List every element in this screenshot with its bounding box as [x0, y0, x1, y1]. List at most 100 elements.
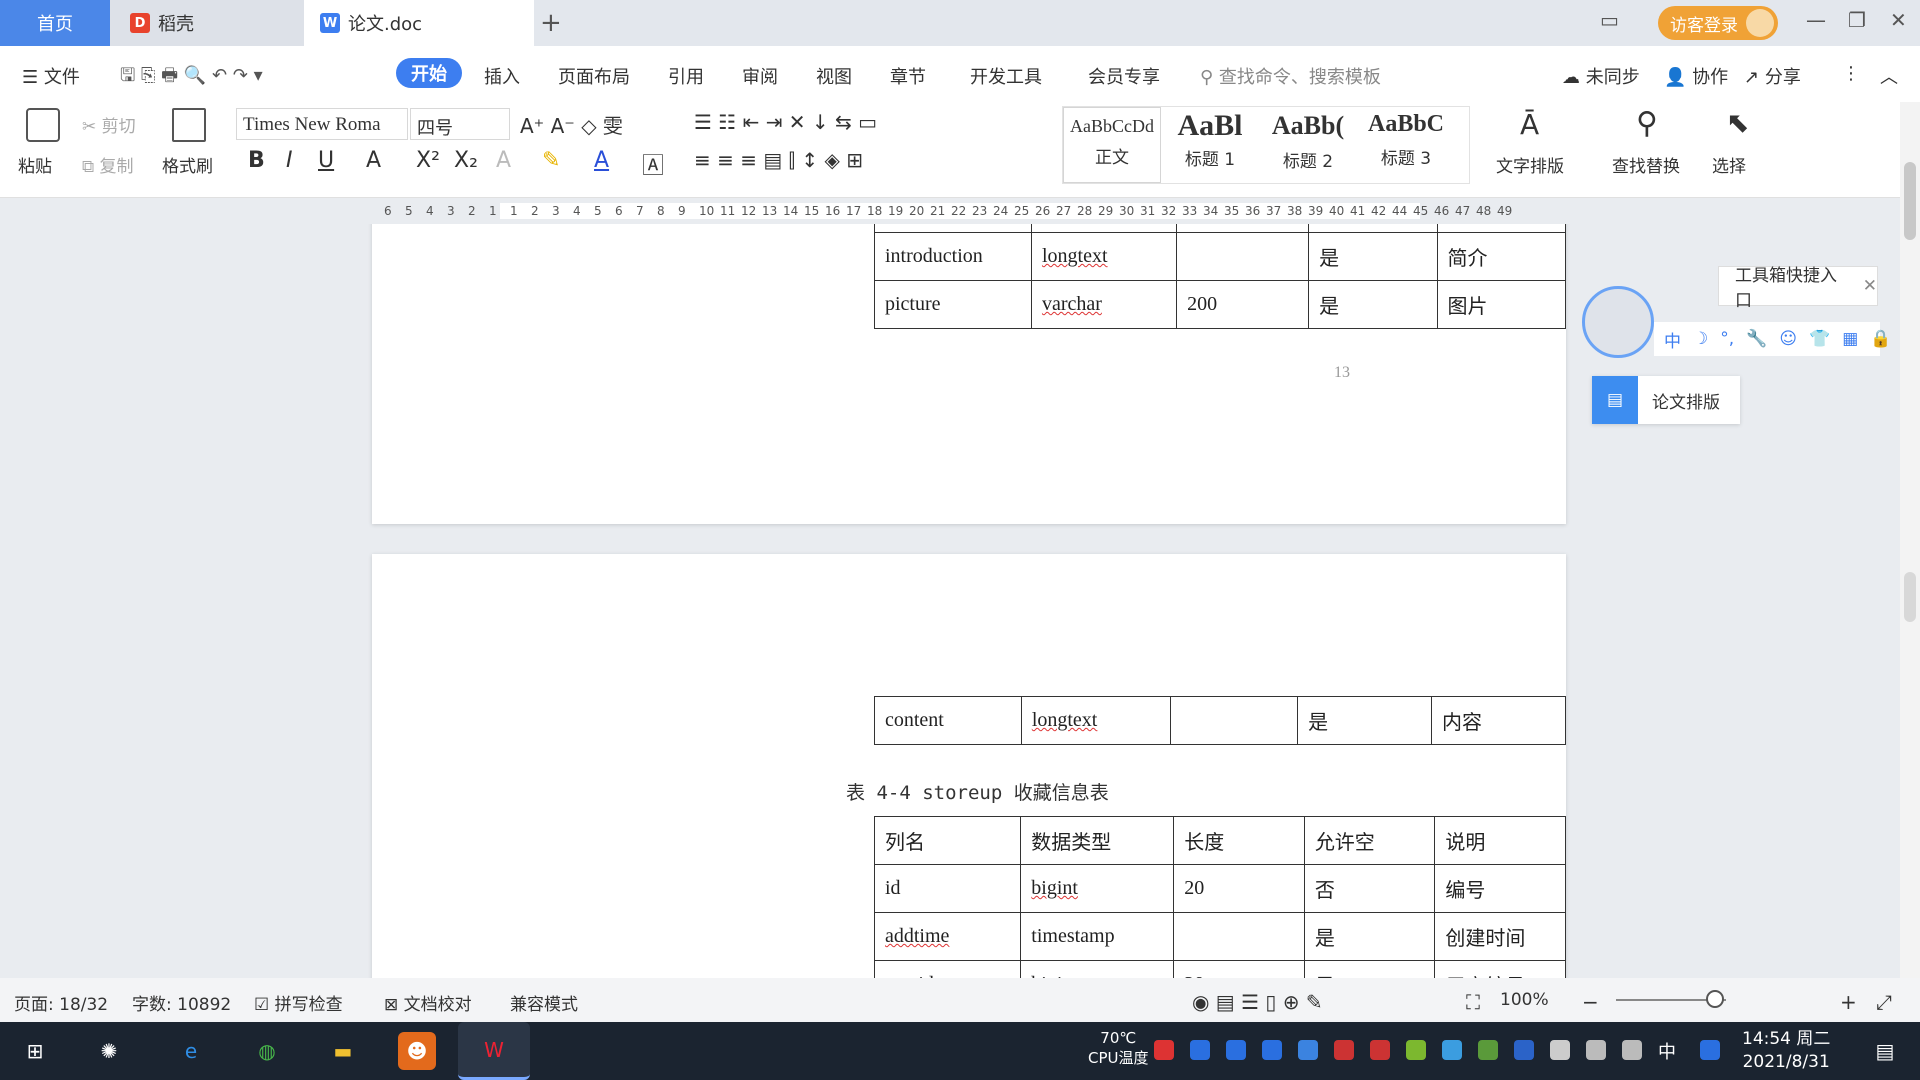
tray-app-icon[interactable]	[1190, 1040, 1210, 1060]
table-cell[interactable]: addtime	[873, 912, 1022, 961]
doc-proof-button[interactable]: ⊠ 文档校对	[384, 990, 472, 1015]
tray-app-icon[interactable]	[1226, 1040, 1246, 1060]
table-cell[interactable]	[1173, 912, 1305, 961]
ime-chinese-icon[interactable]: 中	[1664, 327, 1681, 352]
wifi-icon[interactable]	[1586, 1040, 1606, 1060]
table-cell[interactable]	[1176, 232, 1310, 281]
tab-home[interactable]: 首页	[0, 0, 110, 46]
file-explorer-icon[interactable]: ▬	[324, 1032, 362, 1070]
table-cell[interactable]: varchar	[1030, 224, 1178, 233]
table-cell[interactable]: longtext	[1030, 232, 1178, 281]
app-360-icon[interactable]: ✺	[90, 1032, 128, 1070]
table-cell[interactable]: 20	[1173, 960, 1305, 978]
table-cell[interactable]: varchar	[1030, 280, 1178, 329]
nvidia-icon[interactable]	[1478, 1040, 1498, 1060]
table-cell[interactable]: bigint	[1020, 864, 1175, 913]
vertical-scrollbar[interactable]	[1900, 102, 1920, 978]
table-cell[interactable]: 否	[1303, 864, 1436, 913]
table-cell[interactable]: userid	[873, 960, 1022, 978]
ime-punct-icon[interactable]: °,	[1720, 329, 1734, 349]
table-cell[interactable]: 是	[1308, 224, 1438, 233]
zoom-level[interactable]: 100%	[1500, 990, 1549, 1010]
restore-button[interactable]: ❐	[1848, 8, 1866, 32]
close-toolbox-icon[interactable]: ✕	[1863, 276, 1877, 296]
table-cell[interactable]: 是	[1308, 280, 1438, 329]
tray-app-icon[interactable]	[1406, 1040, 1426, 1060]
font-tools-icons[interactable]: A⁺ A⁻ ◇ 雯	[520, 110, 623, 139]
menu-review[interactable]: 审阅	[742, 63, 778, 89]
strikethrough-button[interactable]: A	[366, 148, 381, 173]
minimize-button[interactable]: —	[1806, 8, 1826, 32]
table-cell[interactable]: id	[873, 864, 1022, 913]
zoom-in-icon[interactable]: +	[1840, 990, 1857, 1014]
table-cell[interactable]: 用户编号	[1434, 960, 1566, 978]
table-cell[interactable]: 200	[1176, 280, 1310, 329]
tray-app-icon[interactable]	[1334, 1040, 1354, 1060]
style-normal[interactable]: AaBbCcDd 正文	[1063, 107, 1161, 183]
table-cell[interactable]: introduction	[874, 232, 1032, 281]
menu-chapter[interactable]: 章节	[890, 63, 926, 89]
style-heading-2[interactable]: AaBb( 标题 2	[1259, 107, 1357, 183]
list-indent-icons[interactable]: ☰ ☷ ⇤ ⇥ ✕ ↓ ⇆ ▭	[694, 110, 877, 134]
scroll-thumb[interactable]	[1904, 162, 1916, 240]
horizontal-ruler[interactable]: 6 5 4 3 2 1 1 2 3 4 5 6 7 8 9 10 11 12 13 14 15 16 17 18 19 20 21 2…	[0, 198, 1920, 224]
table-cell[interactable]: content	[874, 696, 1022, 745]
menu-references[interactable]: 引用	[668, 63, 704, 89]
tray-app-icon[interactable]	[1370, 1040, 1390, 1060]
font-color-button[interactable]: A	[594, 148, 609, 173]
notification-icon[interactable]: ▤	[1866, 1032, 1904, 1070]
fit-page-icon[interactable]: ⛶	[1466, 990, 1480, 1014]
search-input[interactable]: 查找命令、搜索模板	[1219, 67, 1381, 88]
table-header-cell[interactable]: 允许空	[1303, 816, 1436, 865]
table-cell[interactable]: longtext	[1020, 696, 1171, 745]
table-cell[interactable]: 是	[1303, 912, 1436, 961]
ime-skin-icon[interactable]: 👕	[1809, 329, 1830, 349]
underline-button[interactable]: U	[318, 148, 334, 173]
table-cell[interactable]: 图片	[1436, 280, 1567, 329]
text-effect-button[interactable]: A	[496, 148, 511, 173]
file-menu[interactable]: ☰ 文件	[22, 63, 80, 89]
collapse-ribbon-icon[interactable]: ︿	[1880, 63, 1898, 89]
zoom-out-icon[interactable]: −	[1582, 990, 1599, 1014]
zoom-slider-handle[interactable]	[1706, 990, 1724, 1008]
volume-icon[interactable]	[1622, 1040, 1642, 1060]
cpu-temp-widget[interactable]: 70℃ CPU温度	[1088, 1028, 1149, 1068]
paste-button[interactable]: 粘贴	[18, 152, 52, 177]
tray-app-icon[interactable]	[1442, 1040, 1462, 1060]
ime-wrench-icon[interactable]: 🔧	[1746, 329, 1767, 349]
table-header-cell[interactable]: 列名	[873, 816, 1022, 865]
table-cell[interactable]: picture	[874, 280, 1032, 329]
superscript-button[interactable]: X²	[416, 148, 440, 173]
table-cell[interactable]: 编号	[1434, 864, 1566, 913]
menu-home-tab[interactable]: 开始	[396, 58, 462, 88]
char-border-button[interactable]: 🄰	[642, 148, 664, 180]
table-cell[interactable]: 简介	[1436, 232, 1567, 281]
collaborate-button[interactable]: 👤 协作	[1664, 63, 1728, 89]
highlight-icon[interactable]: ✎	[542, 148, 560, 173]
wps-taskbar-icon[interactable]: W	[458, 1022, 530, 1080]
paste-icon[interactable]	[26, 108, 60, 142]
style-heading-1[interactable]: AaBl 标题 1	[1161, 107, 1259, 183]
shield-icon[interactable]	[1298, 1040, 1318, 1060]
style-heading-3[interactable]: AaBbC 标题 3	[1357, 107, 1455, 183]
window-layout-icon[interactable]: ▭	[1600, 8, 1619, 32]
menu-developer[interactable]: 开发工具	[970, 63, 1042, 89]
browser-360-icon[interactable]: ◍	[248, 1032, 286, 1070]
ime-indicator[interactable]: 中	[1658, 1038, 1676, 1064]
table-cell[interactable]: 是	[1303, 960, 1436, 978]
table-cell[interactable]: 创建时间	[1434, 912, 1566, 961]
new-tab-button[interactable]: +	[540, 0, 562, 46]
table-cell[interactable]: 标题	[1436, 224, 1567, 233]
table-header-cell[interactable]: 长度	[1173, 816, 1305, 865]
table-cell[interactable]	[1169, 696, 1299, 745]
word-count[interactable]: 字数: 10892	[132, 990, 231, 1015]
format-painter-icon[interactable]	[172, 108, 206, 142]
table-cell[interactable]: 是	[1308, 232, 1438, 281]
app-orange-icon[interactable]: ☻	[398, 1032, 436, 1070]
ime-moon-icon[interactable]: ☽	[1693, 329, 1708, 349]
format-painter-button[interactable]: 格式刷	[162, 152, 213, 177]
windows-start-icon[interactable]: ⊞	[16, 1032, 54, 1070]
menu-view[interactable]: 视图	[816, 63, 852, 89]
battery-icon[interactable]	[1550, 1040, 1570, 1060]
system-clock[interactable]: 14:54 周二 2021/8/31	[1742, 1028, 1830, 1074]
